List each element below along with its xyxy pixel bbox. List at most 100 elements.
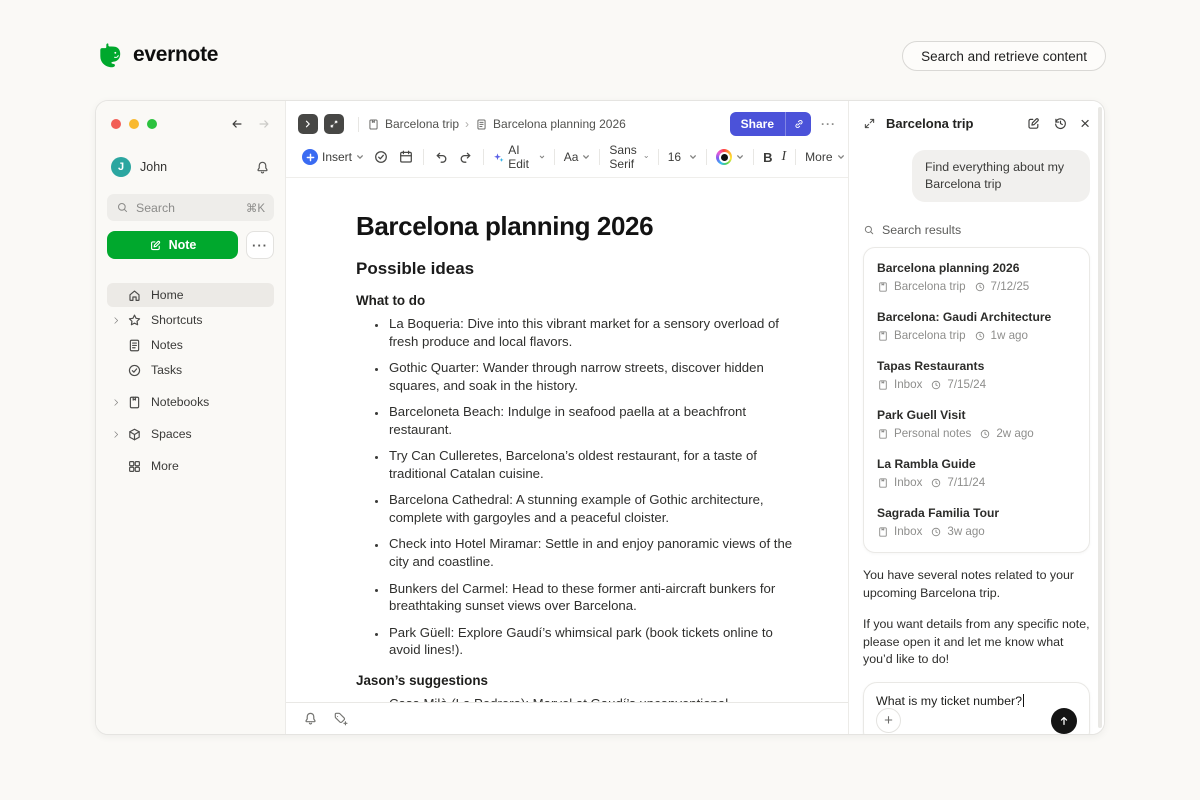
evernote-elephant-icon	[96, 40, 126, 70]
sidebar-nav: Home Shortcuts NotesTasks Notebooks Spaces Mo…	[107, 283, 274, 478]
note-title[interactable]: Barcelona planning 2026	[356, 211, 798, 242]
undo-button[interactable]	[433, 149, 449, 165]
assistant-reply-paragraph: You have several notes related to your u…	[863, 567, 1090, 602]
task-check-icon	[127, 363, 142, 378]
panel-scrollbar[interactable]	[1098, 107, 1102, 728]
attach-button[interactable]: +	[876, 708, 901, 733]
text-style-menu[interactable]: Aa	[564, 150, 591, 164]
bullet-item[interactable]: Casa Milà (La Pedrera): Marvel at Gaudí’…	[387, 695, 798, 702]
share-label[interactable]: Share	[730, 112, 785, 136]
result-title: Tapas Restaurants	[877, 359, 1076, 373]
user-name: John	[140, 160, 167, 174]
search-result-item[interactable]: Sagrada Familia TourInbox3w ago	[864, 498, 1089, 547]
copy-link-icon[interactable]	[785, 112, 811, 136]
search-result-item[interactable]: La Rambla GuideInbox7/11/24	[864, 449, 1089, 498]
chevron-down-icon	[356, 153, 364, 161]
assistant-reply-paragraph: If you want details from any specific no…	[863, 616, 1090, 669]
chevron-right-icon[interactable]	[112, 316, 127, 325]
doc-subheading[interactable]: What to do	[356, 293, 798, 308]
bullet-item[interactable]: Check into Hotel Miramar: Settle in and …	[387, 535, 798, 570]
breadcrumb-note[interactable]: Barcelona planning 2026	[475, 117, 626, 131]
avatar[interactable]: J	[111, 157, 131, 177]
sidebar: J John Search ⌘K Note ··· Home Shortcuts N…	[96, 101, 286, 734]
insert-task-button[interactable]	[373, 149, 389, 165]
font-family-select[interactable]: Sans Serif	[609, 143, 648, 171]
bold-button[interactable]: B	[763, 150, 772, 165]
bullet-item[interactable]: Barceloneta Beach: Indulge in seafood pa…	[387, 403, 798, 438]
sidebar-item-label: Shortcuts	[151, 313, 202, 327]
forward-arrow-icon[interactable]	[257, 117, 271, 131]
send-button[interactable]	[1051, 708, 1077, 734]
insert-calendar-button[interactable]	[398, 149, 414, 165]
note-more-menu[interactable]: ···	[821, 117, 836, 131]
close-icon[interactable]: ×	[1080, 115, 1090, 132]
bullet-item[interactable]: La Boqueria: Dive into this vibrant mark…	[387, 315, 798, 350]
doc-heading[interactable]: Possible ideas	[356, 259, 798, 279]
collapse-panel-button[interactable]	[298, 114, 318, 134]
italic-button[interactable]: I	[782, 149, 787, 165]
bullet-item[interactable]: Park Güell: Explore Gaudí’s whimsical pa…	[387, 624, 798, 659]
sidebar-item-notes[interactable]: Notes	[107, 333, 274, 357]
history-icon[interactable]	[1053, 116, 1068, 131]
text-style-label: Aa	[564, 150, 579, 164]
bullet-item[interactable]: Bunkers del Carmel: Head to these former…	[387, 580, 798, 615]
sidebar-item-shortcuts[interactable]: Shortcuts	[107, 308, 274, 332]
search-result-item[interactable]: Tapas RestaurantsInbox7/15/24	[864, 351, 1089, 400]
clock-icon	[930, 526, 942, 538]
note-options-button[interactable]: ···	[246, 231, 274, 259]
chevron-down-icon	[582, 153, 590, 161]
new-chat-icon[interactable]	[1026, 116, 1041, 131]
bullet-item[interactable]: Try Can Culleretes, Barcelona’s oldest r…	[387, 447, 798, 482]
search-result-item[interactable]: Barcelona: Gaudi ArchitectureBarcelona t…	[864, 302, 1089, 351]
more-formatting-menu[interactable]: More	[805, 150, 844, 164]
result-notebook: Inbox	[894, 525, 922, 538]
expand-note-button[interactable]	[324, 114, 344, 134]
share-button[interactable]: Share	[730, 112, 811, 136]
search-result-item[interactable]: Barcelona planning 2026Barcelona trip7/1…	[864, 253, 1089, 302]
search-icon	[863, 224, 875, 236]
chevron-right-icon[interactable]	[112, 430, 127, 439]
search-results-label: Search results	[863, 223, 1090, 237]
bullet-item[interactable]: Gothic Quarter: Wander through narrow st…	[387, 359, 798, 394]
bullet-item[interactable]: Barcelona Cathedral: A stunning example …	[387, 491, 798, 526]
chevron-right-icon[interactable]	[112, 398, 127, 407]
search-result-item[interactable]: Park Guell VisitPersonal notes2w ago	[864, 400, 1089, 449]
note-icon	[127, 338, 142, 353]
chat-input-value[interactable]: What is my ticket number?	[876, 694, 1077, 708]
redo-button[interactable]	[458, 149, 474, 165]
notifications-bell-icon[interactable]	[255, 160, 270, 175]
clock-icon	[930, 379, 942, 391]
notebook-icon	[877, 379, 889, 391]
more-label: More	[805, 150, 832, 164]
reminder-bell-icon[interactable]	[303, 711, 318, 726]
insert-menu[interactable]: Insert	[302, 149, 364, 165]
chevron-down-icon	[837, 153, 845, 161]
back-arrow-icon[interactable]	[230, 117, 244, 131]
minimize-window-button[interactable]	[129, 119, 139, 129]
user-row[interactable]: J John	[111, 157, 270, 177]
chat-input[interactable]: What is my ticket number? +	[863, 682, 1090, 736]
sidebar-item-more[interactable]: More	[107, 454, 274, 478]
breadcrumb-notebook[interactable]: Barcelona trip	[367, 117, 459, 131]
add-tag-icon[interactable]	[333, 711, 348, 726]
search-retrieve-button[interactable]: Search and retrieve content	[902, 41, 1106, 71]
font-size-select[interactable]: 16	[668, 150, 697, 164]
chevron-down-icon	[689, 153, 697, 161]
sidebar-item-spaces[interactable]: Spaces	[107, 422, 274, 446]
expand-panel-icon[interactable]	[863, 117, 876, 130]
breadcrumb-note-label: Barcelona planning 2026	[493, 117, 626, 131]
search-input[interactable]: Search ⌘K	[107, 194, 274, 221]
sidebar-item-tasks[interactable]: Tasks	[107, 358, 274, 382]
result-date: 1w ago	[991, 329, 1028, 342]
sidebar-item-notebooks[interactable]: Notebooks	[107, 390, 274, 414]
sidebar-item-home[interactable]: Home	[107, 283, 274, 307]
ai-edit-menu[interactable]: AI Edit	[493, 143, 545, 171]
new-note-button[interactable]: Note	[107, 231, 238, 259]
text-color-button[interactable]	[716, 149, 744, 165]
doc-subheading[interactable]: Jason’s suggestions	[356, 673, 798, 688]
zoom-window-button[interactable]	[147, 119, 157, 129]
result-title: Barcelona planning 2026	[877, 261, 1076, 275]
search-results-card: Barcelona planning 2026Barcelona trip7/1…	[863, 247, 1090, 553]
note-body[interactable]: Barcelona planning 2026 Possible ideas W…	[286, 178, 848, 702]
close-window-button[interactable]	[111, 119, 121, 129]
